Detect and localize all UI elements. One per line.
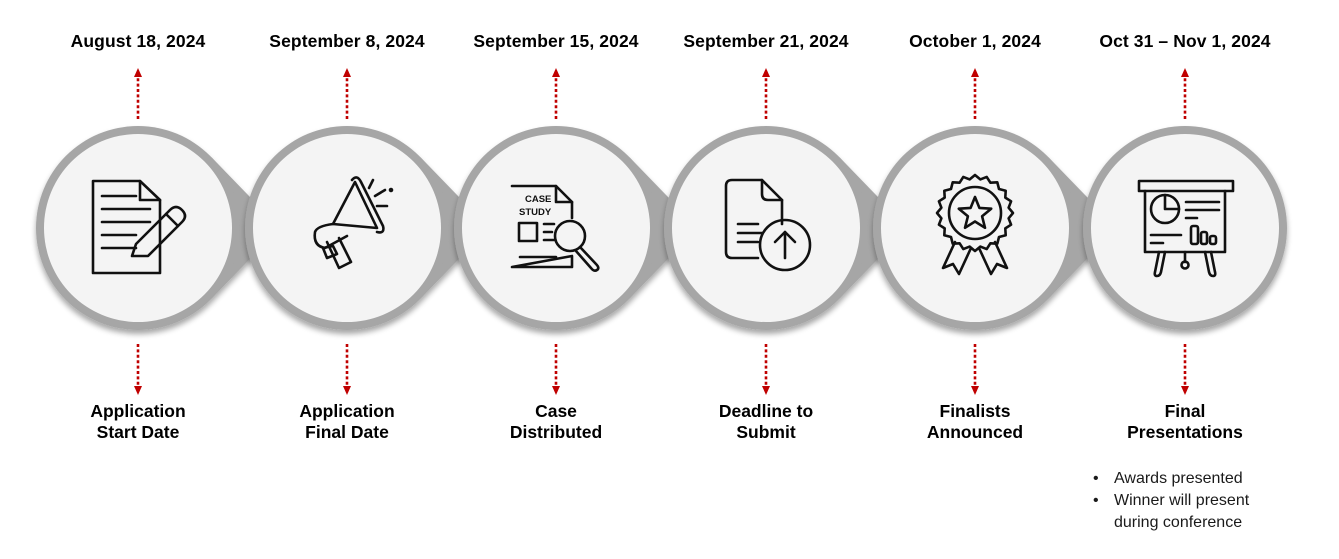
stage-label-line: Presentations: [1127, 422, 1243, 442]
stage-label-line: Application: [299, 401, 395, 421]
stage-date: September 8, 2024: [269, 31, 425, 51]
stage-label-line: Finalists: [939, 401, 1011, 421]
final-notes-list: Awards presented Winner will present dur…: [1092, 468, 1284, 534]
stage-label: Application Start Date: [38, 401, 238, 443]
stage-date: September 21, 2024: [683, 31, 849, 51]
stage-circle: [44, 134, 232, 322]
stage-label: Finalists Announced: [875, 401, 1075, 443]
arrow-down-icon: [552, 344, 560, 395]
stage-label-line: Submit: [736, 422, 796, 442]
final-note-item: Winner will present during conference: [1092, 490, 1284, 534]
stage-node: [36, 126, 280, 330]
arrow-up-icon: [343, 68, 351, 119]
arrow-up-icon: [552, 68, 560, 119]
icon-text: CASE: [525, 194, 551, 205]
arrow-up-icon: [1181, 68, 1189, 119]
stage-date: August 18, 2024: [70, 31, 206, 51]
stage-label: Application Final Date: [247, 401, 447, 443]
stage-label-line: Start Date: [96, 422, 180, 442]
stage-label-line: Announced: [926, 422, 1024, 442]
arrow-down-icon: [343, 344, 351, 395]
stage-label-line: Distributed: [509, 422, 603, 442]
stage-date: October 1, 2024: [909, 31, 1041, 51]
stage-label: Case Distributed: [456, 401, 656, 443]
stage-circle: [1091, 134, 1279, 322]
arrow-down-icon: [1181, 344, 1189, 395]
stage-label: Deadline to Submit: [666, 401, 866, 443]
stage-label-line: Final Date: [305, 422, 389, 442]
stage-circle: [253, 134, 441, 322]
arrow-down-icon: [971, 344, 979, 395]
arrow-down-icon: [134, 344, 142, 395]
stage-date: September 15, 2024: [473, 31, 639, 51]
stage-node: [454, 126, 698, 330]
arrow-up-icon: [971, 68, 979, 119]
stage-node: [664, 126, 908, 330]
final-note-item: Awards presented: [1092, 468, 1284, 490]
stage-label: Final Presentations: [1085, 401, 1285, 443]
stage-node: [1083, 126, 1287, 330]
arrow-up-icon: [134, 68, 142, 119]
arrow-down-icon: [762, 344, 770, 395]
stage-label-line: Deadline to: [718, 401, 814, 421]
arrow-up-icon: [762, 68, 770, 119]
stage-label-line: Final: [1164, 401, 1206, 421]
stage-label-line: Case: [535, 401, 577, 421]
stage-date: Oct 31 – Nov 1, 2024: [1099, 31, 1271, 51]
stage-label-line: Application: [90, 401, 186, 421]
stage-circle: [881, 134, 1069, 322]
icon-text: STUDY: [519, 207, 552, 218]
